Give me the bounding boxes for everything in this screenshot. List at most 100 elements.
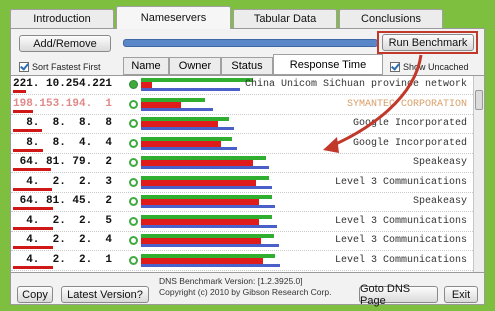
nameservers-panel: Add/Remove Run Benchmark Sort Fastest Fi… [10, 28, 485, 307]
exit-button[interactable]: Exit [444, 286, 478, 303]
nameserver-ip: 4. 2. 2. 3 [13, 175, 113, 188]
nameserver-ip: 221. 10.254.221 [13, 78, 113, 90]
nameserver-row[interactable]: 4. 2. 2. 4 Level 3 Communications [11, 232, 473, 251]
dns-benchmark-window: Introduction Nameservers Tabular Data Co… [0, 0, 495, 311]
status-indicator-icon [129, 99, 138, 109]
nameserver-owner: China Unicom SiChuan province network [244, 79, 467, 90]
status-indicator-icon [129, 255, 138, 265]
ip-response-underline [13, 246, 53, 249]
version-info: DNS Benchmark Version: [1.2.3925.0] Copy… [159, 276, 331, 298]
list-scrollbar[interactable] [473, 76, 484, 272]
nameserver-owner: SYMANTEC CORPORATION [346, 98, 467, 110]
show-uncached-checkbox[interactable] [390, 62, 400, 72]
ip-response-underline [13, 109, 33, 113]
benchmark-progress-bar [123, 39, 378, 47]
nameserver-owner: Level 3 Communications [334, 254, 467, 266]
status-indicator-icon [129, 138, 138, 148]
add-remove-button[interactable]: Add/Remove [19, 35, 111, 52]
tab-conclusions[interactable]: Conclusions [339, 9, 443, 28]
nameserver-owner: Level 3 Communications [334, 235, 467, 246]
nameserver-ip: 198.153.194. 1 [13, 97, 113, 110]
dotcom-response-bar [141, 185, 272, 189]
sort-fastest-label: Sort Fastest First [32, 62, 101, 72]
nameserver-owner: Speakeasy [412, 157, 467, 168]
nameserver-row[interactable]: 64. 81. 45. 2 Speakeasy [11, 193, 473, 212]
nameserver-owner: Google Incorporated [352, 137, 467, 149]
nameserver-ip: 64. 81. 79. 2 [13, 156, 113, 168]
tab-bar: Introduction Nameservers Tabular Data Co… [10, 6, 485, 29]
nameserver-ip: 4. 2. 2. 4 [13, 234, 113, 246]
nameserver-row[interactable]: 198.153.194. 1 SYMANTEC CORPORATION [11, 96, 473, 115]
nameserver-ip: 8. 8. 4. 4 [13, 136, 113, 149]
dotcom-response-bar [141, 224, 277, 228]
latest-version-button[interactable]: Latest Version? [61, 286, 149, 303]
nameserver-row[interactable]: 4. 2. 2. 1 Level 3 Communications [11, 252, 473, 271]
uncached-response-bar [141, 136, 232, 141]
dotcom-response-bar [141, 88, 240, 91]
tab-nameservers[interactable]: Nameservers [116, 6, 231, 29]
tab-tabular-data[interactable]: Tabular Data [233, 9, 337, 28]
ip-response-underline [13, 148, 43, 152]
status-indicator-icon [129, 80, 138, 89]
uncached-response-bar [141, 78, 253, 82]
nameserver-row[interactable]: 4. 2. 2. 3 Level 3 Communications [11, 174, 473, 193]
status-indicator-icon [129, 177, 138, 187]
nameserver-owner: Speakeasy [412, 196, 467, 207]
column-owner[interactable]: Owner [169, 57, 221, 75]
column-name[interactable]: Name [123, 57, 169, 75]
dotcom-response-bar [141, 166, 269, 169]
uncached-response-bar [141, 175, 269, 180]
uncached-response-bar [141, 234, 274, 238]
uncached-response-bar [141, 117, 229, 121]
status-indicator-icon [129, 236, 138, 245]
dotcom-response-bar [141, 244, 279, 247]
sort-fastest-option[interactable]: Sort Fastest First [19, 62, 101, 72]
nameserver-owner: Google Incorporated [352, 118, 467, 129]
nameserver-list[interactable]: 4. 2. 2. 1 Level 3 Communications 4. 2. 2… [11, 75, 484, 273]
goto-dns-page-button[interactable]: Goto DNS Page [359, 283, 438, 307]
show-uncached-option[interactable]: Show Uncached [390, 62, 469, 72]
dotcom-response-bar [141, 146, 237, 150]
status-indicator-icon [129, 119, 138, 128]
nameserver-ip: 8. 8. 8. 8 [13, 117, 113, 129]
dotcom-response-bar [141, 205, 275, 208]
dotcom-response-bar [141, 263, 280, 267]
version-line: DNS Benchmark Version: [1.2.3925.0] [159, 276, 303, 286]
ip-response-underline [13, 90, 26, 93]
nameserver-owner: Level 3 Communications [334, 176, 467, 188]
nameserver-row[interactable]: 64. 81. 79. 2 Speakeasy [11, 154, 473, 173]
nameserver-row[interactable]: 8. 8. 8. 8 Google Incorporated [11, 115, 473, 134]
ip-response-underline [13, 207, 53, 210]
show-uncached-label: Show Uncached [403, 62, 469, 72]
column-response-time[interactable]: Response Time [273, 54, 383, 75]
status-indicator-icon [129, 197, 138, 206]
dotcom-response-bar [141, 107, 213, 111]
uncached-response-bar [141, 253, 275, 258]
nameserver-ip: 64. 81. 45. 2 [13, 195, 113, 207]
ip-response-underline [13, 129, 42, 132]
nameserver-owner: Level 3 Communications [334, 215, 467, 227]
uncached-response-bar [141, 156, 266, 160]
run-benchmark-button[interactable]: Run Benchmark [382, 34, 474, 51]
status-indicator-icon [129, 216, 138, 226]
dotcom-response-bar [141, 127, 234, 130]
nameserver-ip: 4. 2. 2. 1 [13, 253, 113, 266]
nameserver-row[interactable]: 4. 2. 2. 5 Level 3 Communications [11, 213, 473, 232]
nameserver-row[interactable]: 221. 10.254.221 China Unicom SiChuan prov… [11, 76, 473, 95]
scrollbar-thumb[interactable] [475, 90, 483, 110]
uncached-response-bar [141, 97, 205, 102]
ip-response-underline [13, 265, 53, 269]
copyright-line: Copyright (c) 2010 by Gibson Research Co… [159, 287, 332, 297]
sort-fastest-checkbox[interactable] [19, 62, 29, 72]
uncached-response-bar [141, 214, 272, 219]
tab-introduction[interactable]: Introduction [10, 9, 114, 28]
ip-response-underline [13, 187, 52, 191]
nameserver-ip: 4. 2. 2. 5 [13, 214, 113, 227]
nameserver-row[interactable]: 8. 8. 4. 4 Google Incorporated [11, 135, 473, 154]
status-indicator-icon [129, 158, 138, 167]
ip-response-underline [13, 168, 51, 171]
copy-button[interactable]: Copy [17, 286, 53, 303]
uncached-response-bar [141, 195, 272, 199]
column-status[interactable]: Status [221, 57, 273, 75]
ip-response-underline [13, 226, 53, 230]
